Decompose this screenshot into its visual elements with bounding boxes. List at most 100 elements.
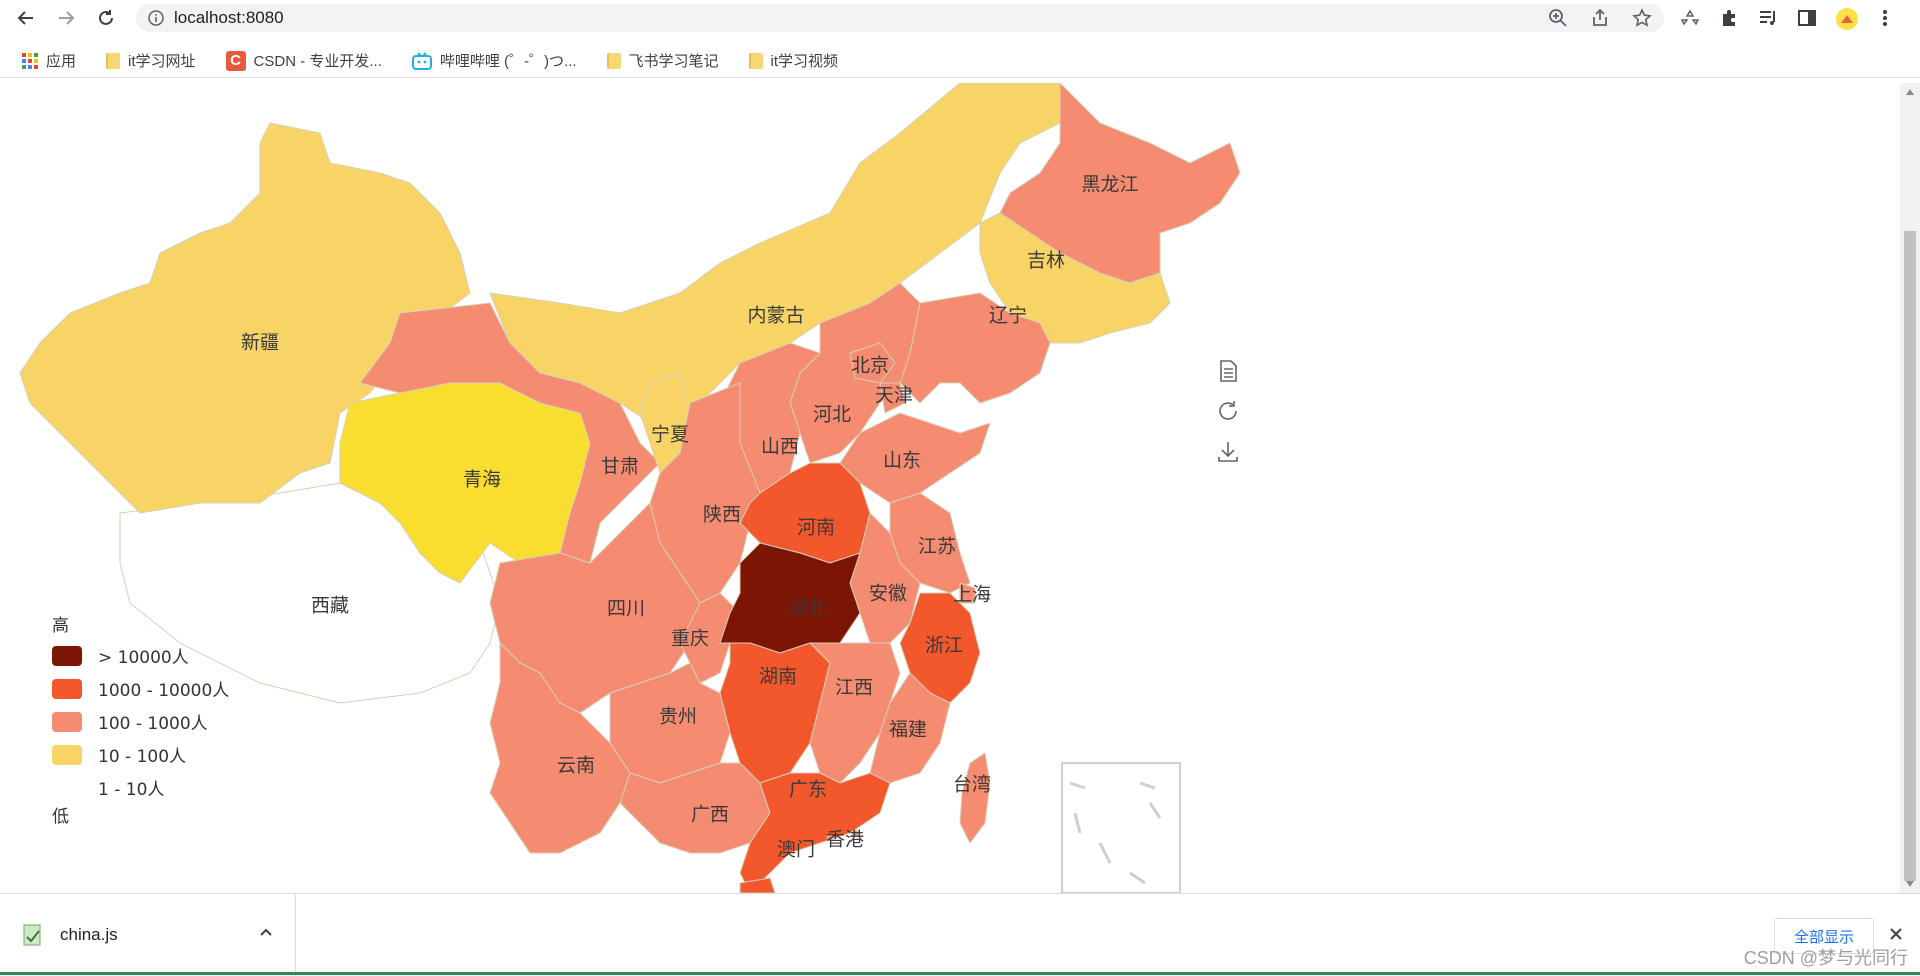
csdn-logo-icon: C [225, 50, 246, 71]
side-panel-icon[interactable] [1797, 8, 1817, 28]
bilibili-icon [411, 51, 432, 70]
label-neimenggu: 内蒙古 [747, 305, 804, 327]
legend-high-label: 高 [52, 616, 69, 636]
label-guizhou: 贵州 [659, 706, 697, 728]
chart-toolbox [1216, 359, 1240, 463]
download-item[interactable]: china.js [0, 894, 296, 976]
restore-icon[interactable] [1216, 399, 1240, 423]
label-yunnan: 云南 [557, 755, 595, 777]
back-button[interactable] [12, 4, 40, 32]
label-beijing: 北京 [851, 355, 889, 377]
zoom-icon[interactable] [1548, 8, 1568, 28]
label-anhui: 安徽 [869, 583, 907, 605]
bookmark-it-videos[interactable]: it学习视频 [745, 47, 843, 75]
csdn-watermark: CSDN @梦与光同行 [1743, 948, 1908, 968]
legend-swatch [52, 744, 82, 765]
scroll-down-arrow-icon[interactable] [1906, 881, 1914, 887]
legend-item[interactable]: 100 - 1000人 [52, 705, 229, 738]
bookmark-bilibili[interactable]: 哔哩哔哩 (゜-゜)つ... [408, 47, 581, 75]
legend-item[interactable]: 1 - 10人 [52, 771, 229, 804]
legend-swatch [52, 678, 82, 699]
media-playlist-icon[interactable] [1758, 8, 1778, 28]
label-aomen: 澳门 [777, 839, 815, 861]
label-jiangxi: 江西 [835, 677, 873, 699]
label-sichuan: 四川 [607, 598, 645, 620]
forward-button[interactable] [52, 4, 80, 32]
label-xizang: 西藏 [311, 595, 349, 617]
label-jilin: 吉林 [1027, 250, 1065, 272]
label-guangxi: 广西 [691, 804, 729, 826]
label-jiangsu: 江苏 [918, 536, 956, 558]
province-hunan[interactable] [719, 642, 831, 784]
scrollbar-thumb[interactable] [1904, 231, 1916, 881]
bookmark-feishu-notes[interactable]: 飞书学习笔记 [603, 47, 723, 75]
save-image-icon[interactable] [1216, 439, 1240, 463]
recycle-extension-icon[interactable] [1680, 8, 1700, 28]
visual-map-legend: 高 > 10000人 1000 - 10000人 100 - 1000人 10 … [52, 613, 229, 830]
profile-avatar[interactable] [1836, 8, 1858, 30]
bookmark-label: CSDN - 专业开发... [253, 53, 382, 70]
close-icon[interactable] [1888, 926, 1904, 942]
bookmark-star-icon[interactable] [1632, 8, 1652, 28]
url-text[interactable]: localhost:8080 [174, 8, 284, 28]
legend-swatch [52, 711, 82, 732]
label-xianggang: 香港 [826, 829, 864, 851]
address-bar[interactable]: localhost:8080 [136, 4, 1664, 32]
label-xinjiang: 新疆 [241, 332, 279, 354]
legend-item[interactable]: 10 - 100人 [52, 738, 229, 771]
legend-label: 100 - 1000人 [98, 714, 208, 734]
china-map: 新疆 西藏 青海 甘肃 内蒙古 黑龙江 吉林 辽宁 北京 天津 河北 山西 宁夏… [19, 83, 1241, 893]
page-scrollbar[interactable] [1900, 83, 1920, 893]
bookmark-label: 飞书学习笔记 [628, 53, 719, 70]
label-fujian: 福建 [889, 719, 927, 741]
download-bar: china.js 全部显示 CSDN @梦与光同行 [0, 893, 1920, 976]
label-shandong: 山东 [883, 450, 921, 472]
bookmarks-bar: 应用 it学习网址 C CSDN - 专业开发... 哔哩哔哩 (゜-゜)つ..… [0, 44, 1920, 78]
bookmark-label: 应用 [46, 53, 77, 70]
folder-icon [106, 52, 121, 69]
bookmark-label: it学习视频 [770, 53, 839, 70]
bookmark-label: it学习网址 [128, 53, 196, 70]
js-file-icon [23, 924, 41, 946]
browser-toolbar: localhost:8080 [0, 0, 1920, 36]
label-liaoning: 辽宁 [989, 305, 1027, 327]
page-content: 新疆 西藏 青海 甘肃 内蒙古 黑龙江 吉林 辽宁 北京 天津 河北 山西 宁夏… [0, 83, 1900, 893]
legend-label: > 10000人 [98, 648, 189, 668]
label-guangdong: 广东 [789, 779, 827, 801]
share-icon[interactable] [1590, 8, 1610, 28]
forward-arrow-icon [59, 11, 75, 25]
bookmark-it-sites[interactable]: it学习网址 [102, 47, 200, 75]
label-gansu: 甘肃 [601, 456, 639, 478]
apps-grid-icon [22, 52, 38, 69]
legend-label: 1000 - 10000人 [98, 681, 230, 701]
legend-swatch [52, 645, 82, 666]
bookmark-csdn[interactable]: C CSDN - 专业开发... [222, 47, 386, 75]
legend-item[interactable]: > 10000人 [52, 639, 229, 672]
more-menu-icon[interactable] [1875, 8, 1895, 28]
legend-low-label: 低 [52, 807, 69, 827]
legend-item[interactable]: 1000 - 10000人 [52, 672, 229, 705]
label-henan: 河南 [797, 517, 835, 539]
label-heilongjiang: 黑龙江 [1081, 174, 1138, 196]
info-icon[interactable] [148, 10, 164, 26]
label-shanxi: 山西 [761, 436, 799, 458]
folder-icon [606, 52, 621, 69]
label-zhejiang: 浙江 [925, 635, 963, 657]
label-hunan: 湖南 [759, 666, 797, 688]
extensions-puzzle-icon[interactable] [1719, 8, 1739, 28]
label-qinghai: 青海 [463, 469, 501, 491]
legend-swatch [52, 777, 82, 798]
label-shaanxi: 陕西 [703, 504, 741, 526]
scroll-up-arrow-icon[interactable] [1906, 89, 1914, 95]
province-taiwan[interactable] [959, 752, 991, 844]
label-chongqing: 重庆 [671, 628, 709, 650]
bookmark-apps[interactable]: 应用 [18, 47, 80, 75]
back-arrow-icon [17, 11, 33, 25]
reload-button[interactable] [92, 4, 120, 32]
chevron-up-icon[interactable] [258, 924, 274, 940]
label-hebei: 河北 [813, 404, 851, 426]
folder-icon [748, 52, 763, 69]
legend-label: 1 - 10人 [98, 780, 165, 800]
bookmark-label: 哔哩哔哩 (゜-゜)つ... [439, 53, 577, 70]
data-view-icon[interactable] [1216, 359, 1240, 383]
